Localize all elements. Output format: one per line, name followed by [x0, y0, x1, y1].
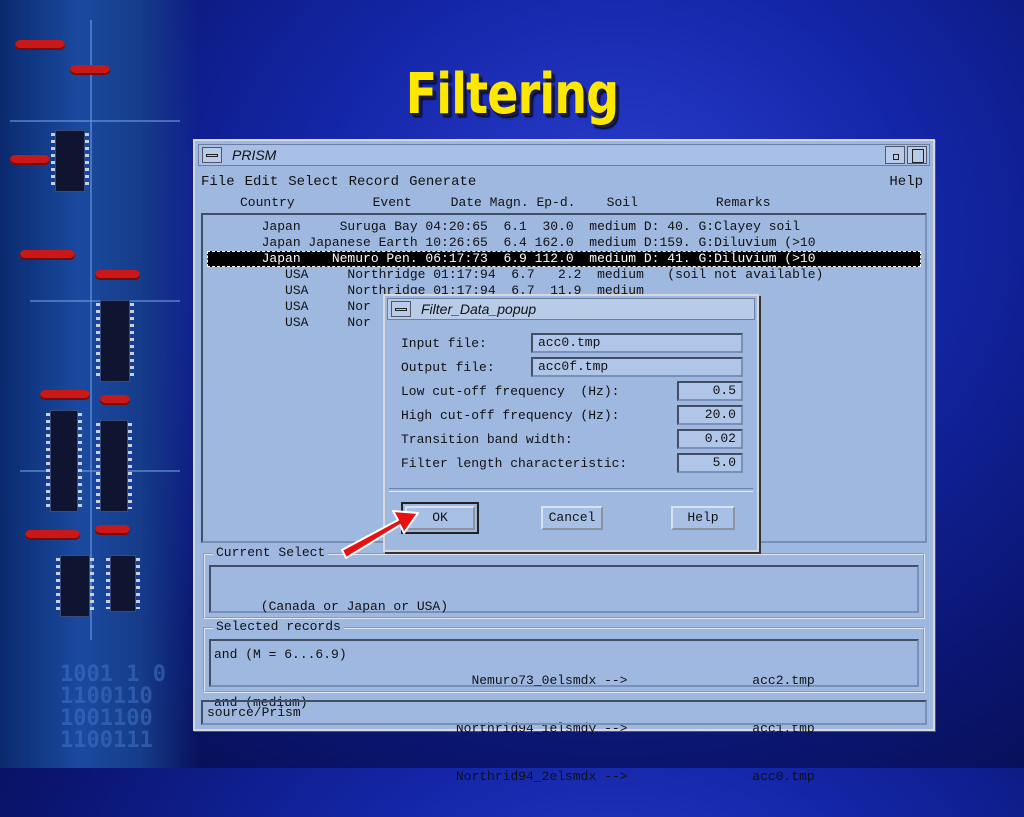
table-row[interactable]: Japan Japanese Earth 10:26:65 6.4 162.0 … — [207, 235, 921, 251]
menu-select[interactable]: Select — [288, 174, 338, 190]
menu-edit[interactable]: Edit — [245, 174, 279, 190]
window-menu-icon[interactable] — [202, 147, 222, 163]
output-file-label: Output file: — [401, 360, 495, 375]
popup-title: Filter_Data_popup — [421, 301, 537, 317]
binary-text: 1100111 — [60, 728, 153, 753]
filter-length-label: Filter length characteristic: — [401, 456, 628, 471]
chip — [46, 410, 82, 512]
selection-line: (Canada or Japan or USA) — [214, 599, 449, 614]
list-item: Northrid94_2elsmdx --> acc0.tmp — [214, 769, 815, 784]
chip — [106, 555, 140, 612]
resistor — [25, 530, 80, 540]
input-file-label: Input file: — [401, 336, 487, 351]
menu-generate[interactable]: Generate — [409, 174, 476, 190]
menu-file[interactable]: File — [201, 174, 235, 190]
selected-records-group: Selected records Nemuro73_0elsmdx --> ac… — [203, 619, 925, 784]
high-cutoff-field[interactable]: 20.0 — [677, 405, 743, 425]
resistor — [20, 250, 75, 260]
menubar: File Edit Select Record Generate Help — [201, 170, 927, 194]
resistor — [95, 270, 140, 280]
popup-menu-icon[interactable] — [391, 301, 411, 317]
filter-data-popup: Filter_Data_popup Input file: acc0.tmp O… — [383, 294, 759, 552]
status-bar: source/Prism — [201, 700, 927, 725]
selected-records-list[interactable]: Nemuro73_0elsmdx --> acc2.tmp Northrid94… — [209, 639, 919, 784]
menu-help[interactable]: Help — [889, 174, 923, 190]
resistor — [40, 390, 90, 400]
table-row[interactable]: USA Northridge 01:17:94 6.7 2.2 medium (… — [207, 267, 921, 283]
window-titlebar[interactable]: PRISM — [198, 144, 930, 166]
chip — [56, 555, 94, 617]
maximize-icon[interactable] — [907, 146, 927, 164]
transition-band-field[interactable]: 0.02 — [677, 429, 743, 449]
current-selection-group: Current Select (Canada or Japan or USA) … — [203, 545, 925, 710]
current-selection-text[interactable]: (Canada or Japan or USA) and (M = 6...6.… — [209, 565, 919, 710]
resistor — [100, 395, 130, 405]
selected-records-label: Selected records — [213, 619, 344, 634]
minimize-icon[interactable] — [885, 146, 905, 164]
resistor — [95, 525, 130, 535]
output-file-field[interactable]: acc0f.tmp — [531, 357, 743, 377]
chip — [96, 420, 132, 512]
chip — [51, 130, 89, 192]
popup-divider — [389, 488, 753, 492]
window-title: PRISM — [232, 147, 277, 163]
table-row[interactable]: Japan Suruga Bay 04:20:65 6.1 30.0 mediu… — [207, 219, 921, 235]
resistor — [10, 155, 50, 165]
table-row-selected[interactable]: Japan Nemuro Pen. 06:17:73 6.9 112.0 med… — [207, 251, 921, 267]
resistor — [15, 40, 65, 50]
current-selection-label: Current Select — [213, 545, 329, 560]
list-item: Nemuro73_0elsmdx --> acc2.tmp — [214, 673, 815, 688]
help-button[interactable]: Help — [671, 506, 735, 530]
low-cutoff-label: Low cut-off frequency (Hz): — [401, 384, 620, 399]
high-cutoff-label: High cut-off frequency (Hz): — [401, 408, 620, 423]
chip — [96, 300, 134, 382]
transition-band-label: Transition band width: — [401, 432, 573, 447]
record-list-header: Country Event Date Magn. Ep-d. Soil Rema… — [201, 195, 771, 210]
popup-titlebar[interactable]: Filter_Data_popup — [387, 298, 755, 320]
input-file-field[interactable]: acc0.tmp — [531, 333, 743, 353]
cancel-button[interactable]: Cancel — [541, 506, 603, 530]
filter-length-field[interactable]: 5.0 — [677, 453, 743, 473]
menu-record[interactable]: Record — [349, 174, 399, 190]
slide-title: Filtering — [405, 62, 619, 127]
low-cutoff-field[interactable]: 0.5 — [677, 381, 743, 401]
ok-button[interactable]: OK — [401, 502, 479, 534]
